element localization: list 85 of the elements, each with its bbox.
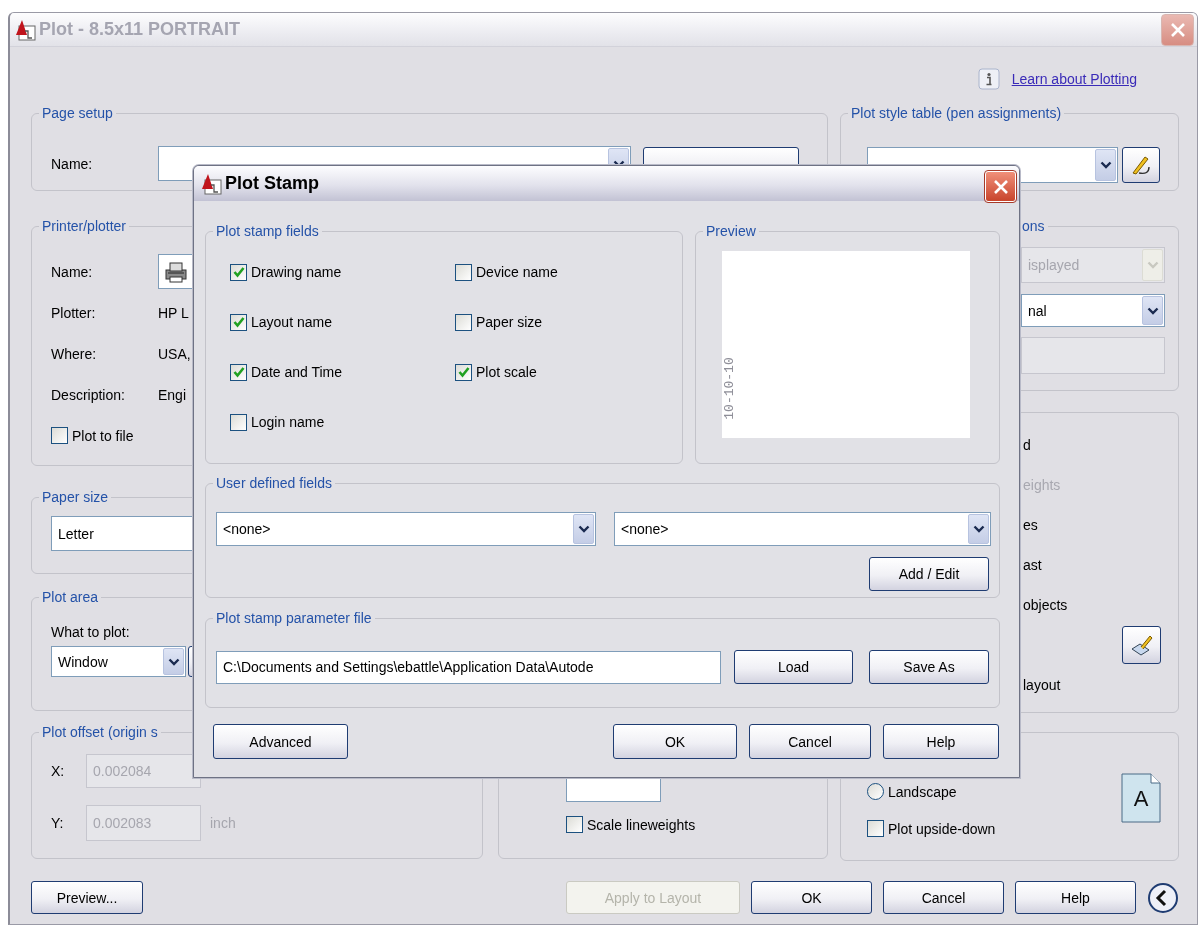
field-label: Name: [51,263,94,280]
user-field-dropdown[interactable]: <none> [614,512,991,546]
checkbox-label: objects [1023,597,1068,613]
group-label: Plot offset (origin s [39,724,161,741]
chevron-down-icon [972,525,985,533]
checkbox-label: Plot to file [72,427,134,444]
checkbox-label: d [1023,437,1031,453]
cancel-button[interactable]: Cancel [749,724,871,759]
window-title: Plot - 8.5x11 PORTRAIT [39,19,242,40]
checkbox[interactable] [230,413,247,431]
field-label: Where: [51,345,98,362]
checkbox[interactable] [455,313,472,331]
field-label: Plotter: [51,304,97,321]
preview-button[interactable]: Preview... [31,881,143,914]
app-icon [14,18,36,41]
quality-dropdown[interactable]: nal [1021,294,1165,327]
group-label: Plot stamp parameter file [213,610,375,627]
checkbox-label: Scale lineweights [587,816,696,833]
radio-button[interactable] [867,783,884,800]
field-label: Description: [51,386,126,403]
field-value: HP L [158,304,190,321]
chevron-down-icon [1146,306,1159,315]
chevron-down-icon [1099,161,1112,169]
edit-button[interactable] [1122,147,1160,183]
ok-button[interactable]: OK [751,881,872,914]
checkbox[interactable] [230,313,247,331]
cancel-button[interactable]: Cancel [883,881,1004,914]
checkbox-label: eights [1023,477,1061,493]
circle-arrow-button[interactable] [1147,881,1179,914]
checkbox-label: layout [1023,677,1061,693]
chevron-left-icon [1147,881,1179,914]
info-icon [977,68,1000,90]
field-value: USA, [158,345,192,362]
group-label: Page setup [39,105,116,122]
user-field-dropdown[interactable]: <none> [216,512,596,546]
checkbox-label: Paper size [476,314,543,330]
checkbox-label: Layout name [251,314,332,330]
checkbox-label: Plot upside-down [888,820,996,837]
close-icon [991,177,1010,196]
edit-button[interactable] [1122,626,1161,664]
checkbox[interactable] [51,427,68,444]
checkbox[interactable] [230,363,247,381]
help-button[interactable]: Help [883,724,999,759]
group-label: Printer/plotter [39,218,130,235]
checkbox-label: Plot scale [476,364,537,380]
save-as-button[interactable]: Save As [869,650,989,684]
group-label: Plot stamp fields [213,223,322,240]
checkbox-label: Drawing name [251,264,342,280]
stamp-text: 10-10-10 [721,357,737,420]
load-button[interactable]: Load [734,650,853,684]
unit-label: inch [210,815,236,831]
checkbox[interactable] [566,816,583,833]
document-icon: A [1121,773,1161,823]
advanced-button[interactable]: Advanced [213,724,348,759]
checkbox[interactable] [867,820,884,837]
field-label: Y: [51,815,65,831]
checkbox-label: ast [1023,557,1042,573]
checkbox[interactable] [455,363,472,381]
field-value: Engi [158,386,188,403]
chevron-down-icon [577,525,590,533]
group-label: Paper size [39,489,112,506]
help-link[interactable]: Learn about Plotting [1011,71,1137,87]
app-icon [200,172,222,195]
dialog-title: Plot Stamp [225,173,320,194]
path-field[interactable]: C:\Documents and Settings\ebattle\Application Data\Autode [216,650,721,684]
checkbox-label: es [1023,517,1038,533]
chevron-down-icon [1146,261,1159,269]
radio-label: Landscape [888,783,957,800]
close-button[interactable] [1161,13,1194,46]
group-label: Plot style table (pen assignments) [848,105,1065,122]
checkbox-label: Login name [251,414,325,430]
field-label: What to plot: [51,623,131,642]
field-label: Name: [51,155,94,172]
ok-button[interactable]: OK [613,724,737,759]
help-button[interactable]: Help [1015,881,1136,914]
checkbox[interactable] [230,263,247,281]
field-label: X: [51,763,66,779]
printer-icon [162,259,190,284]
what-to-plot-dropdown[interactable]: Window [51,646,186,677]
checkbox-label: Device name [476,264,558,280]
add-edit-button[interactable]: Add / Edit [869,557,989,591]
checkbox-label: Date and Time [251,364,343,380]
close-icon [1168,20,1187,39]
checkbox[interactable] [455,263,472,281]
chevron-down-icon [167,657,180,666]
